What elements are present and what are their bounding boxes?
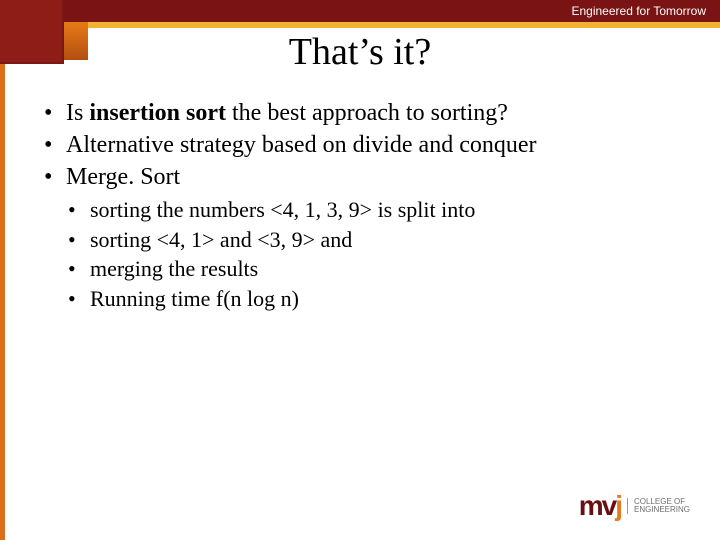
slide-title: That’s it? — [0, 30, 720, 74]
sub-bullet-1: sorting the numbers <4, 1, 3, 9> is spli… — [86, 196, 690, 224]
bullet-2: Alternative strategy based on divide and… — [62, 130, 690, 160]
logo-mark: mvj — [579, 490, 621, 522]
brand-tagline: Engineered for Tomorrow — [571, 0, 706, 22]
slide-body: Is insertion sort the best approach to s… — [38, 98, 690, 314]
logo-subtext: COLLEGE OF ENGINEERING — [627, 498, 690, 514]
bullet-1-pre: Is — [66, 100, 89, 126]
ornament-stripe-yellow — [88, 22, 720, 28]
logo-letter-v: v — [602, 490, 616, 521]
left-accent-bar — [0, 64, 5, 540]
sub-bullet-3: merging the results — [86, 255, 690, 283]
footer-logo: mvj COLLEGE OF ENGINEERING — [579, 490, 690, 522]
sub-bullet-2: sorting <4, 1> and <3, 9> and — [86, 226, 690, 254]
sub-bullet-list: sorting the numbers <4, 1, 3, 9> is spli… — [38, 196, 690, 312]
bullet-1-bold: insertion sort — [89, 100, 226, 126]
bullet-1: Is insertion sort the best approach to s… — [62, 98, 690, 128]
sub-bullet-4: Running time f(n log n) — [86, 285, 690, 313]
bullet-1-post: the best approach to sorting? — [226, 100, 508, 126]
slide: Engineered for Tomorrow That’s it? Is in… — [0, 0, 720, 540]
logo-letter-m: m — [579, 490, 602, 521]
bullet-list: Is insertion sort the best approach to s… — [38, 98, 690, 192]
logo-letter-j: j — [615, 490, 621, 521]
logo-subtext-line2: ENGINEERING — [634, 506, 690, 514]
top-brand-bar: Engineered for Tomorrow — [0, 0, 720, 22]
bullet-3: Merge. Sort — [62, 162, 690, 192]
